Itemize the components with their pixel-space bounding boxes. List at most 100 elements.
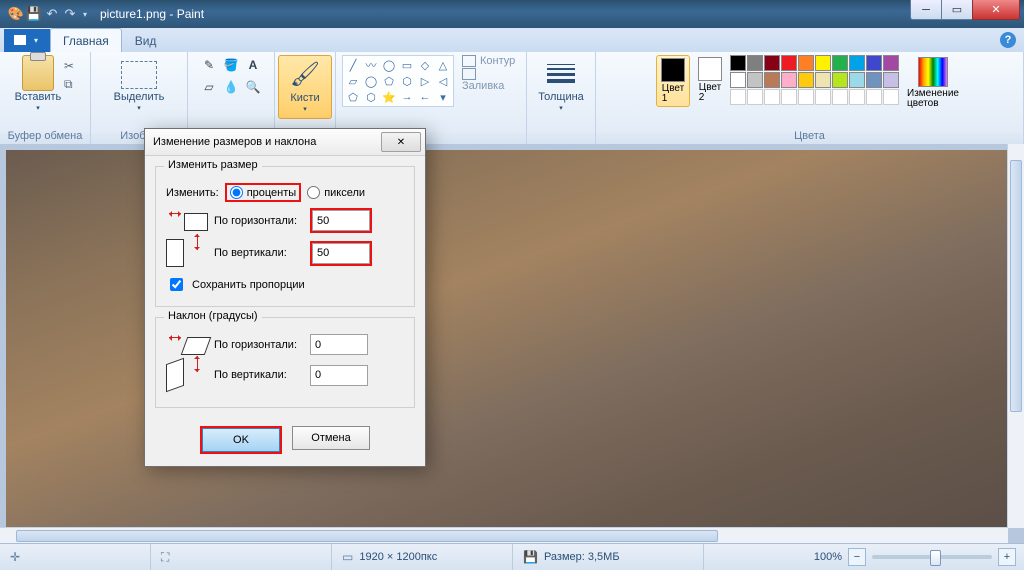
- palette-swatch[interactable]: [849, 72, 865, 88]
- resize-skew-dialog: Изменение размеров и наклона ✕ Изменить …: [144, 128, 426, 467]
- maximize-button[interactable]: ▭: [941, 0, 973, 20]
- palette-swatch[interactable]: [832, 55, 848, 71]
- palette-swatch[interactable]: [815, 72, 831, 88]
- text-icon[interactable]: A: [243, 55, 263, 75]
- vertical-scrollbar[interactable]: [1007, 144, 1024, 528]
- color-palette[interactable]: [730, 55, 899, 105]
- zoom-in-button[interactable]: +: [998, 548, 1016, 566]
- window-controls: ─ ▭ ✕: [911, 0, 1020, 20]
- edit-colors-icon: [918, 57, 948, 87]
- select-button[interactable]: Выделить: [117, 55, 161, 115]
- ok-button[interactable]: OK: [202, 428, 280, 452]
- dialog-titlebar[interactable]: Изменение размеров и наклона ✕: [145, 129, 425, 156]
- cut-icon[interactable]: ✂: [64, 59, 74, 73]
- palette-swatch[interactable]: [866, 55, 882, 71]
- file-menu-button[interactable]: [4, 29, 50, 52]
- keep-aspect-label: Сохранить пропорции: [192, 279, 305, 291]
- palette-swatch-empty[interactable]: [866, 89, 882, 105]
- skew-vert-input[interactable]: [310, 365, 368, 386]
- radio-pixels[interactable]: пиксели: [307, 186, 365, 199]
- tab-main[interactable]: Главная: [50, 28, 122, 52]
- palette-swatch-empty[interactable]: [849, 89, 865, 105]
- palette-swatch[interactable]: [798, 55, 814, 71]
- zoom-slider[interactable]: [872, 555, 992, 559]
- palette-swatch[interactable]: [747, 55, 763, 71]
- cancel-button[interactable]: Отмена: [292, 426, 370, 450]
- resize-legend: Изменить размер: [164, 159, 262, 171]
- palette-swatch[interactable]: [798, 72, 814, 88]
- palette-swatch[interactable]: [764, 55, 780, 71]
- palette-swatch-empty[interactable]: [798, 89, 814, 105]
- paint-app-icon: 🎨: [8, 6, 24, 22]
- ok-highlight: OK: [200, 426, 282, 454]
- skew-horiz-icon: [166, 335, 184, 341]
- ribbon-tab-row: Главная Вид ?: [0, 28, 1024, 52]
- group-thickness: Толщина: [527, 52, 596, 144]
- skew-horiz-input[interactable]: [310, 334, 368, 355]
- zoom-icon[interactable]: 🔍: [243, 77, 263, 97]
- help-icon[interactable]: ?: [1000, 32, 1016, 48]
- palette-swatch[interactable]: [764, 72, 780, 88]
- zoom-value: 100%: [814, 551, 842, 563]
- color1-button[interactable]: Цвет 1: [656, 55, 690, 107]
- color1-swatch: [661, 58, 685, 82]
- horizontal-scrollbar[interactable]: [0, 527, 1008, 544]
- undo-icon[interactable]: ↶: [44, 6, 60, 22]
- select-icon: [121, 61, 157, 89]
- copy-icon[interactable]: ⧉: [64, 77, 74, 92]
- pencil-icon[interactable]: ✎: [199, 55, 219, 75]
- dialog-close-button[interactable]: ✕: [381, 132, 421, 152]
- group-label-colors: Цвета: [602, 129, 1017, 143]
- tab-view[interactable]: Вид: [122, 28, 170, 52]
- palette-swatch-empty[interactable]: [781, 89, 797, 105]
- redo-icon[interactable]: ↷: [62, 6, 78, 22]
- zoom-out-button[interactable]: −: [848, 548, 866, 566]
- color2-swatch: [698, 57, 722, 81]
- palette-swatch[interactable]: [883, 72, 899, 88]
- selection-size-icon: ⛶: [161, 550, 169, 565]
- palette-swatch-empty[interactable]: [815, 89, 831, 105]
- palette-swatch[interactable]: [883, 55, 899, 71]
- color2-button[interactable]: Цвет 2: [694, 55, 726, 105]
- palette-swatch[interactable]: [730, 55, 746, 71]
- palette-swatch[interactable]: [747, 72, 763, 88]
- qat-dropdown-icon[interactable]: ▾: [80, 10, 90, 19]
- palette-swatch-empty[interactable]: [764, 89, 780, 105]
- thickness-button[interactable]: Толщина: [539, 55, 583, 115]
- radio-percent[interactable]: проценты: [230, 186, 297, 199]
- outline-dropdown[interactable]: Контур: [462, 55, 520, 67]
- palette-swatch[interactable]: [849, 55, 865, 71]
- keep-aspect-checkbox[interactable]: [170, 278, 183, 291]
- paste-button[interactable]: Вставить: [16, 55, 60, 115]
- thickness-icon: [547, 64, 575, 83]
- group-colors: Цвет 1 Цвет 2 Изменение цветов Цвета: [596, 52, 1024, 144]
- palette-swatch[interactable]: [781, 72, 797, 88]
- fill-dropdown[interactable]: Заливка: [462, 68, 520, 92]
- resize-vert-input[interactable]: [312, 243, 370, 264]
- palette-swatch-empty[interactable]: [883, 89, 899, 105]
- shape-options: Контур Заливка: [462, 55, 520, 92]
- palette-swatch[interactable]: [832, 72, 848, 88]
- resize-horiz-input[interactable]: [312, 210, 370, 231]
- palette-swatch[interactable]: [781, 55, 797, 71]
- brushes-button[interactable]: 🖌 Кисти: [278, 55, 332, 119]
- shapes-gallery[interactable]: ╱〰◯▭◇△ ▱◯⬠⬡▷◁ ⬠⬡⭐→←▾: [342, 55, 454, 107]
- palette-swatch[interactable]: [866, 72, 882, 88]
- close-button[interactable]: ✕: [972, 0, 1020, 20]
- minimize-button[interactable]: ─: [910, 0, 942, 20]
- save-icon[interactable]: 💾: [26, 6, 42, 22]
- palette-swatch[interactable]: [815, 55, 831, 71]
- palette-swatch-empty[interactable]: [747, 89, 763, 105]
- picker-icon[interactable]: 💧: [221, 77, 241, 97]
- bucket-icon[interactable]: 🪣: [221, 55, 241, 75]
- palette-swatch-empty[interactable]: [832, 89, 848, 105]
- brush-icon: 🖌: [289, 58, 321, 90]
- eraser-icon[interactable]: ▱: [199, 77, 219, 97]
- edit-colors-button[interactable]: Изменение цветов: [903, 55, 963, 111]
- filesize: Размер: 3,5МБ: [544, 551, 620, 563]
- window-title: picture1.png - Paint: [100, 7, 204, 21]
- clipboard-icon: [22, 55, 54, 91]
- percent-highlight: проценты: [225, 183, 302, 202]
- palette-swatch-empty[interactable]: [730, 89, 746, 105]
- palette-swatch[interactable]: [730, 72, 746, 88]
